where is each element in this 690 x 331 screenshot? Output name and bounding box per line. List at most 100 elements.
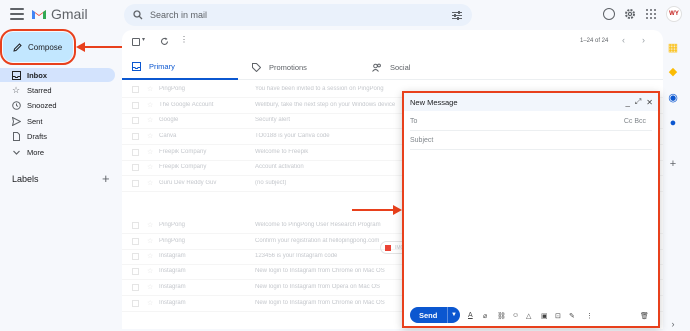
row-checkbox[interactable] <box>132 267 139 275</box>
star-icon[interactable]: ☆ <box>147 102 154 109</box>
subject-field[interactable]: Subject <box>410 132 652 150</box>
signature-pen-icon[interactable]: ✎ <box>569 312 575 320</box>
close-icon[interactable]: ✕ <box>646 98 653 107</box>
confidential-lock-icon[interactable]: ⊡ <box>555 312 561 320</box>
star-icon[interactable]: ☆ <box>147 180 154 187</box>
compose-button[interactable]: Compose <box>0 29 76 65</box>
email-sender: Canva <box>159 133 177 140</box>
gmail-m-icon <box>32 10 46 19</box>
add-label-icon[interactable]: + <box>102 171 110 186</box>
star-icon[interactable]: ☆ <box>147 117 154 124</box>
contacts-app-icon[interactable]: ● <box>666 116 680 130</box>
row-checkbox[interactable] <box>132 148 139 156</box>
row-checkbox[interactable] <box>132 237 139 245</box>
menu-icon[interactable] <box>10 8 24 20</box>
mail-toolbar: ▾ ⋮ 1–24 of 24 ‹ › <box>122 30 663 52</box>
tab-label: Social <box>390 62 411 72</box>
star-icon[interactable]: ☆ <box>147 222 154 229</box>
email-sender: Freepik Company <box>159 164 207 171</box>
sidebar-item-sent[interactable]: Sent <box>0 114 115 128</box>
row-checkbox[interactable] <box>132 179 139 187</box>
tag-icon <box>252 62 261 72</box>
keep-app-icon[interactable]: ◆ <box>666 64 680 78</box>
star-icon[interactable]: ☆ <box>147 268 154 275</box>
star-icon[interactable]: ☆ <box>147 238 154 245</box>
pagination-text: 1–24 of 24 <box>580 38 609 44</box>
row-checkbox[interactable] <box>132 283 139 291</box>
discard-trash-icon[interactable]: 🗑 <box>640 312 649 320</box>
email-subject: TO0188 is your Canva code <box>255 133 330 140</box>
help-icon[interactable] <box>603 8 615 20</box>
search-input[interactable]: Search in mail <box>150 10 452 20</box>
email-subject: New login to Instagram from Chrome on Ma… <box>255 268 385 275</box>
search-icon[interactable] <box>133 10 143 20</box>
attach-icon[interactable]: ⌀ <box>483 312 487 320</box>
link-icon[interactable]: ⛓ <box>497 312 506 320</box>
compose-label: Compose <box>28 42 63 52</box>
search-options-icon[interactable] <box>452 10 462 20</box>
new-message-title: New Message <box>410 97 458 107</box>
sidebar-item-label: Inbox <box>27 70 47 80</box>
category-tabs: Primary Promotions Social <box>122 54 663 80</box>
drive-icon[interactable]: △ <box>526 312 531 320</box>
to-field[interactable]: To Cc Bcc <box>410 113 652 131</box>
send-options-dropdown-icon[interactable]: ▼ <box>447 307 460 323</box>
refresh-icon[interactable] <box>160 37 169 46</box>
account-avatar[interactable]: WY <box>666 6 682 22</box>
sidebar-item-drafts[interactable]: Drafts <box>0 129 115 143</box>
sidebar-item-label: More <box>27 147 45 157</box>
sidebar-item-snoozed[interactable]: Snoozed <box>0 98 115 112</box>
row-checkbox[interactable] <box>132 299 139 307</box>
email-sender: Google <box>159 117 179 124</box>
star-icon[interactable]: ☆ <box>147 86 154 93</box>
settings-gear-icon[interactable] <box>624 8 636 20</box>
tab-primary[interactable]: Primary <box>122 54 238 80</box>
inbox-icon <box>12 70 21 80</box>
fullscreen-icon[interactable]: ⤢ <box>635 97 641 107</box>
select-dropdown-icon[interactable]: ▾ <box>142 36 145 43</box>
star-icon[interactable]: ☆ <box>147 253 154 260</box>
cc-bcc-link[interactable]: Cc Bcc <box>624 118 646 125</box>
search-bar[interactable]: Search in mail <box>124 4 472 26</box>
email-subject: New login to Instagram from Chrome on Ma… <box>255 300 385 307</box>
email-sender: Instagram <box>159 253 186 260</box>
row-checkbox[interactable] <box>132 85 139 93</box>
send-button[interactable]: Send ▼ <box>410 307 460 323</box>
select-all-checkbox[interactable] <box>132 38 140 46</box>
row-checkbox[interactable] <box>132 116 139 124</box>
photo-icon[interactable]: ▣ <box>541 312 548 320</box>
star-icon[interactable]: ☆ <box>147 164 154 171</box>
prev-page-icon[interactable]: ‹ <box>622 35 625 45</box>
formatting-icon[interactable]: A <box>468 312 473 319</box>
row-checkbox[interactable] <box>132 163 139 171</box>
sidebar-item-more[interactable]: More <box>0 145 115 159</box>
more-options-icon[interactable]: ⋮ <box>180 35 188 44</box>
row-checkbox[interactable] <box>132 132 139 140</box>
sidebar-item-inbox[interactable]: Inbox <box>0 68 115 82</box>
tab-label: Primary <box>149 61 175 71</box>
more-options-icon[interactable]: ⋮ <box>586 312 593 320</box>
message-body[interactable] <box>410 153 652 301</box>
tab-social[interactable]: Social <box>372 54 410 80</box>
annotation-arrow-new-message <box>352 209 394 211</box>
add-addon-icon[interactable]: + <box>666 157 680 171</box>
minimize-icon[interactable]: _ <box>625 98 629 107</box>
tasks-app-icon[interactable]: ◉ <box>666 90 680 104</box>
email-subject: Wellbury, take the next step on your Win… <box>255 102 396 109</box>
row-checkbox[interactable] <box>132 101 139 109</box>
emoji-icon[interactable]: ☺ <box>512 312 519 319</box>
labels-heading: Labels <box>12 174 39 184</box>
tab-promotions[interactable]: Promotions <box>252 54 307 80</box>
star-icon[interactable]: ☆ <box>147 284 154 291</box>
gmail-logo[interactable]: Gmail <box>31 6 88 22</box>
star-icon[interactable]: ☆ <box>147 300 154 307</box>
sidebar-item-starred[interactable]: ☆ Starred <box>0 83 115 97</box>
row-checkbox[interactable] <box>132 221 139 229</box>
row-checkbox[interactable] <box>132 252 139 260</box>
star-icon[interactable]: ☆ <box>147 133 154 140</box>
apps-grid-icon[interactable] <box>645 8 657 20</box>
next-page-icon[interactable]: › <box>642 35 645 45</box>
email-subject: 123456 is your Instagram code <box>255 253 338 260</box>
calendar-app-icon[interactable]: ▦ <box>666 40 680 54</box>
star-icon[interactable]: ☆ <box>147 149 154 156</box>
